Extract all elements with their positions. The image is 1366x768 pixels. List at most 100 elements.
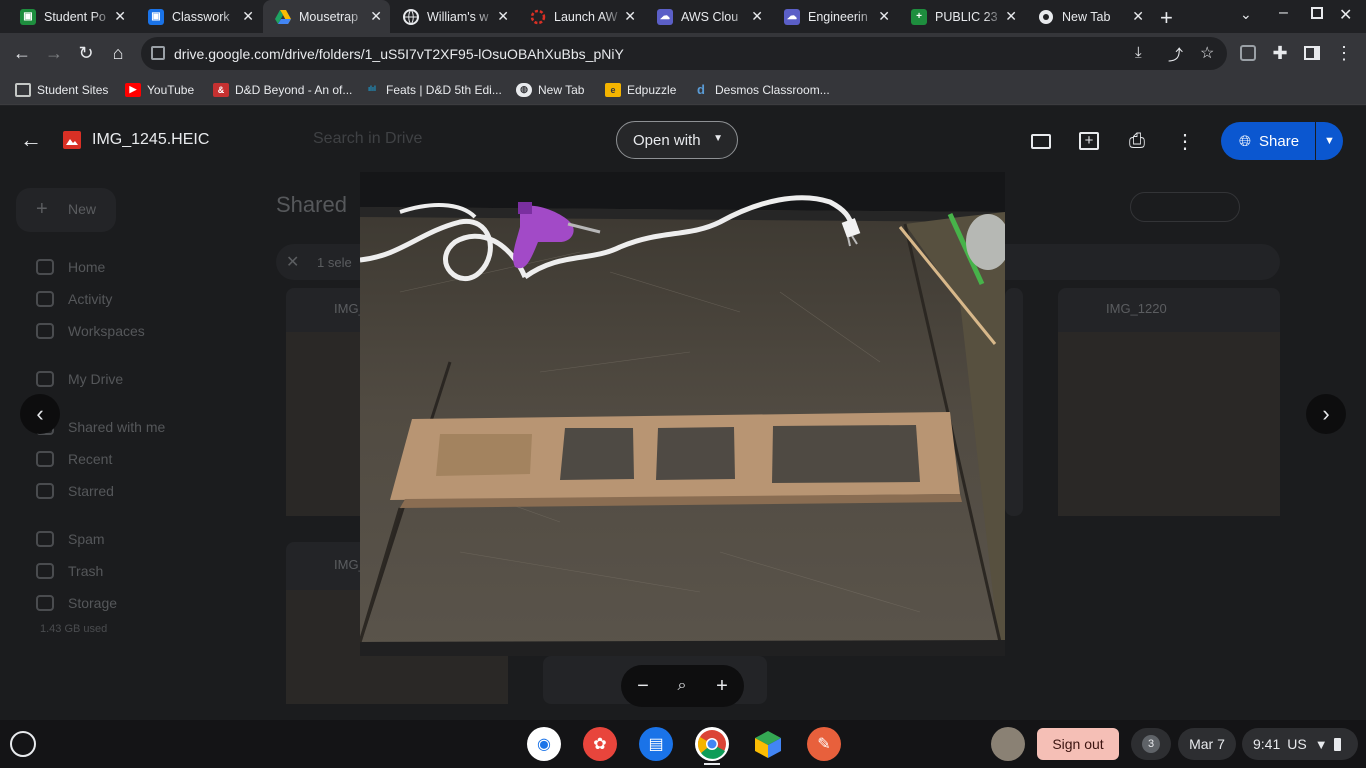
active-app-indicator — [704, 763, 720, 765]
tab-student-portal[interactable]: ▣ Student Po ✕ — [8, 0, 134, 33]
zoom-out-icon[interactable]: − — [630, 673, 656, 699]
pencil-app-icon[interactable]: ✎ — [807, 727, 841, 761]
restore-icon[interactable] — [1311, 7, 1323, 19]
system-tray[interactable]: 9:41 US ▼ — [1242, 728, 1358, 760]
paint-icon[interactable]: ✿ — [583, 727, 617, 761]
avatar[interactable] — [991, 727, 1025, 761]
tab-engineering[interactable]: ☁ Engineerin ✕ — [772, 0, 898, 33]
tab-title: Classwork — [172, 9, 230, 24]
image-file-icon — [63, 131, 81, 149]
tab-public[interactable]: + PUBLIC 23 ✕ — [899, 0, 1025, 33]
close-tab-icon[interactable]: ✕ — [624, 8, 636, 25]
install-icon[interactable]: ⤓ — [1135, 44, 1142, 61]
launcher-icon[interactable] — [10, 731, 36, 757]
extension-badge-icon[interactable] — [1236, 41, 1260, 65]
next-file-button[interactable]: › — [1306, 394, 1346, 434]
home-icon[interactable]: ⌂ — [106, 41, 130, 65]
browser-menu-icon[interactable]: ⋮ — [1332, 41, 1356, 65]
bookmark-feats[interactable]: ılıl Feats | D&D 5th Edi... — [364, 81, 502, 98]
side-panel-icon[interactable] — [1300, 41, 1324, 65]
share-page-icon[interactable]: ⤴ — [1168, 44, 1183, 65]
nav-workspaces: Workspaces — [36, 321, 145, 341]
close-window-icon[interactable]: ✕ — [1339, 5, 1352, 25]
new-tab-icon[interactable]: + — [1160, 5, 1173, 31]
edpuzzle-icon: e — [605, 82, 621, 97]
bookmark-student-sites[interactable]: Student Sites — [15, 81, 108, 98]
file-name-title: IMG_1245.HEIC — [92, 131, 210, 148]
share-dropdown-button[interactable]: ▼ — [1316, 122, 1343, 160]
close-tab-icon[interactable]: ✕ — [878, 8, 890, 25]
notification-indicator[interactable]: 3 — [1131, 728, 1171, 760]
bookmark-dnd-beyond[interactable]: & D&D Beyond - An of... — [213, 81, 352, 98]
notification-count: 3 — [1142, 735, 1160, 753]
tab-title: Launch AW — [554, 9, 618, 24]
bookmark-edpuzzle[interactable]: e Edpuzzle — [605, 81, 676, 98]
close-tab-icon[interactable]: ✕ — [114, 8, 126, 25]
aws-cloud-icon: ☁ — [657, 8, 673, 25]
url-text[interactable]: drive.google.com/drive/folders/1_uS5I7vT… — [174, 46, 624, 62]
selection-count: 1 sele — [317, 255, 352, 270]
previous-file-button[interactable]: ‹ — [20, 394, 60, 434]
tab-mousetrap[interactable]: Mousetrap ✕ — [263, 0, 390, 33]
chrome-remote-icon[interactable]: ◉ — [527, 727, 561, 761]
back-icon[interactable]: ← — [10, 41, 34, 65]
close-tab-icon[interactable]: ✕ — [242, 8, 254, 25]
share-label: Share — [1259, 132, 1300, 150]
3d-cube-icon[interactable] — [751, 727, 785, 761]
site-info-icon[interactable] — [151, 46, 165, 60]
close-tab-icon[interactable]: ✕ — [1005, 8, 1017, 25]
desmos-icon: d — [697, 82, 705, 97]
caret-down-icon: ▼ — [1324, 135, 1335, 147]
tab-aws-cloud[interactable]: ☁ AWS Clou ✕ — [645, 0, 771, 33]
nav-activity: Activity — [36, 289, 112, 309]
bookmark-star-icon[interactable]: ☆ — [1200, 43, 1214, 63]
bookmark-youtube[interactable]: ▶ YouTube — [125, 81, 194, 98]
close-tab-icon[interactable]: ✕ — [370, 8, 382, 25]
bookmark-new-tab[interactable]: ◍ New Tab — [516, 81, 584, 98]
tab-search-icon[interactable]: ⌄ — [1240, 6, 1252, 23]
date-pill[interactable]: Mar 7 — [1178, 728, 1236, 760]
sign-out-button[interactable]: Sign out — [1037, 728, 1119, 760]
extensions-puzzle-icon[interactable]: ✚ — [1268, 41, 1292, 65]
viewer-back-icon[interactable]: ← — [20, 127, 42, 153]
globe-icon — [403, 8, 419, 25]
bookmark-label: Desmos Classroom... — [715, 82, 830, 97]
tab-williams[interactable]: William's w ✕ — [391, 0, 517, 33]
more-actions-icon[interactable]: ⋮ — [1172, 128, 1198, 154]
tab-new-tab[interactable]: New Tab ✕ — [1026, 0, 1152, 33]
tab-launch-aws[interactable]: Launch AW ✕ — [518, 0, 644, 33]
bookmark-label: Student Sites — [37, 82, 109, 97]
forward-icon[interactable]: → — [42, 41, 66, 65]
tab-title: Student Po — [44, 9, 106, 24]
close-tab-icon[interactable]: ✕ — [751, 8, 763, 25]
open-with-button[interactable]: Open with ▼ — [616, 121, 738, 159]
clock-time: 9:41 — [1253, 736, 1281, 752]
bookmark-desmos[interactable]: d Desmos Classroom... — [693, 81, 830, 98]
zoom-in-icon[interactable]: + — [709, 673, 735, 699]
nav-storage: Storage — [36, 593, 117, 613]
file-card-name: IMG_1220 — [1106, 301, 1167, 316]
new-label: New — [68, 201, 97, 217]
reload-icon[interactable]: ↻ — [74, 41, 98, 65]
address-bar[interactable]: drive.google.com/drive/folders/1_uS5I7vT… — [141, 37, 1227, 70]
engineering-cloud-icon: ☁ — [784, 8, 800, 25]
classroom-green-icon: ▣ — [20, 8, 36, 25]
bookmark-label: Feats | D&D 5th Edi... — [386, 82, 502, 97]
add-comment-icon[interactable]: + — [1076, 128, 1102, 154]
minimize-icon[interactable]: – — [1279, 4, 1288, 22]
close-tab-icon[interactable]: ✕ — [1132, 8, 1144, 25]
zoom-magnifier-icon[interactable]: ⌕ — [669, 673, 695, 699]
file-card-partial — [1005, 288, 1023, 516]
tab-title: William's w — [427, 9, 489, 24]
print-icon[interactable]: ⎙ — [1124, 128, 1150, 154]
chrome-browser-icon[interactable] — [695, 727, 729, 761]
chevron-right-icon: › — [1322, 401, 1330, 426]
tab-classwork[interactable]: ▣ Classwork ✕ — [136, 0, 262, 33]
classroom-blue-icon: ▣ — [148, 8, 164, 25]
nav-trash: Trash — [36, 561, 103, 581]
move-to-folder-icon[interactable] — [1028, 128, 1054, 154]
nav-home: Home — [36, 257, 105, 277]
share-button[interactable]: 🌐︎ Share — [1221, 122, 1315, 160]
classroom-app-icon[interactable]: ▤ — [639, 727, 673, 761]
close-tab-icon[interactable]: ✕ — [497, 8, 509, 25]
